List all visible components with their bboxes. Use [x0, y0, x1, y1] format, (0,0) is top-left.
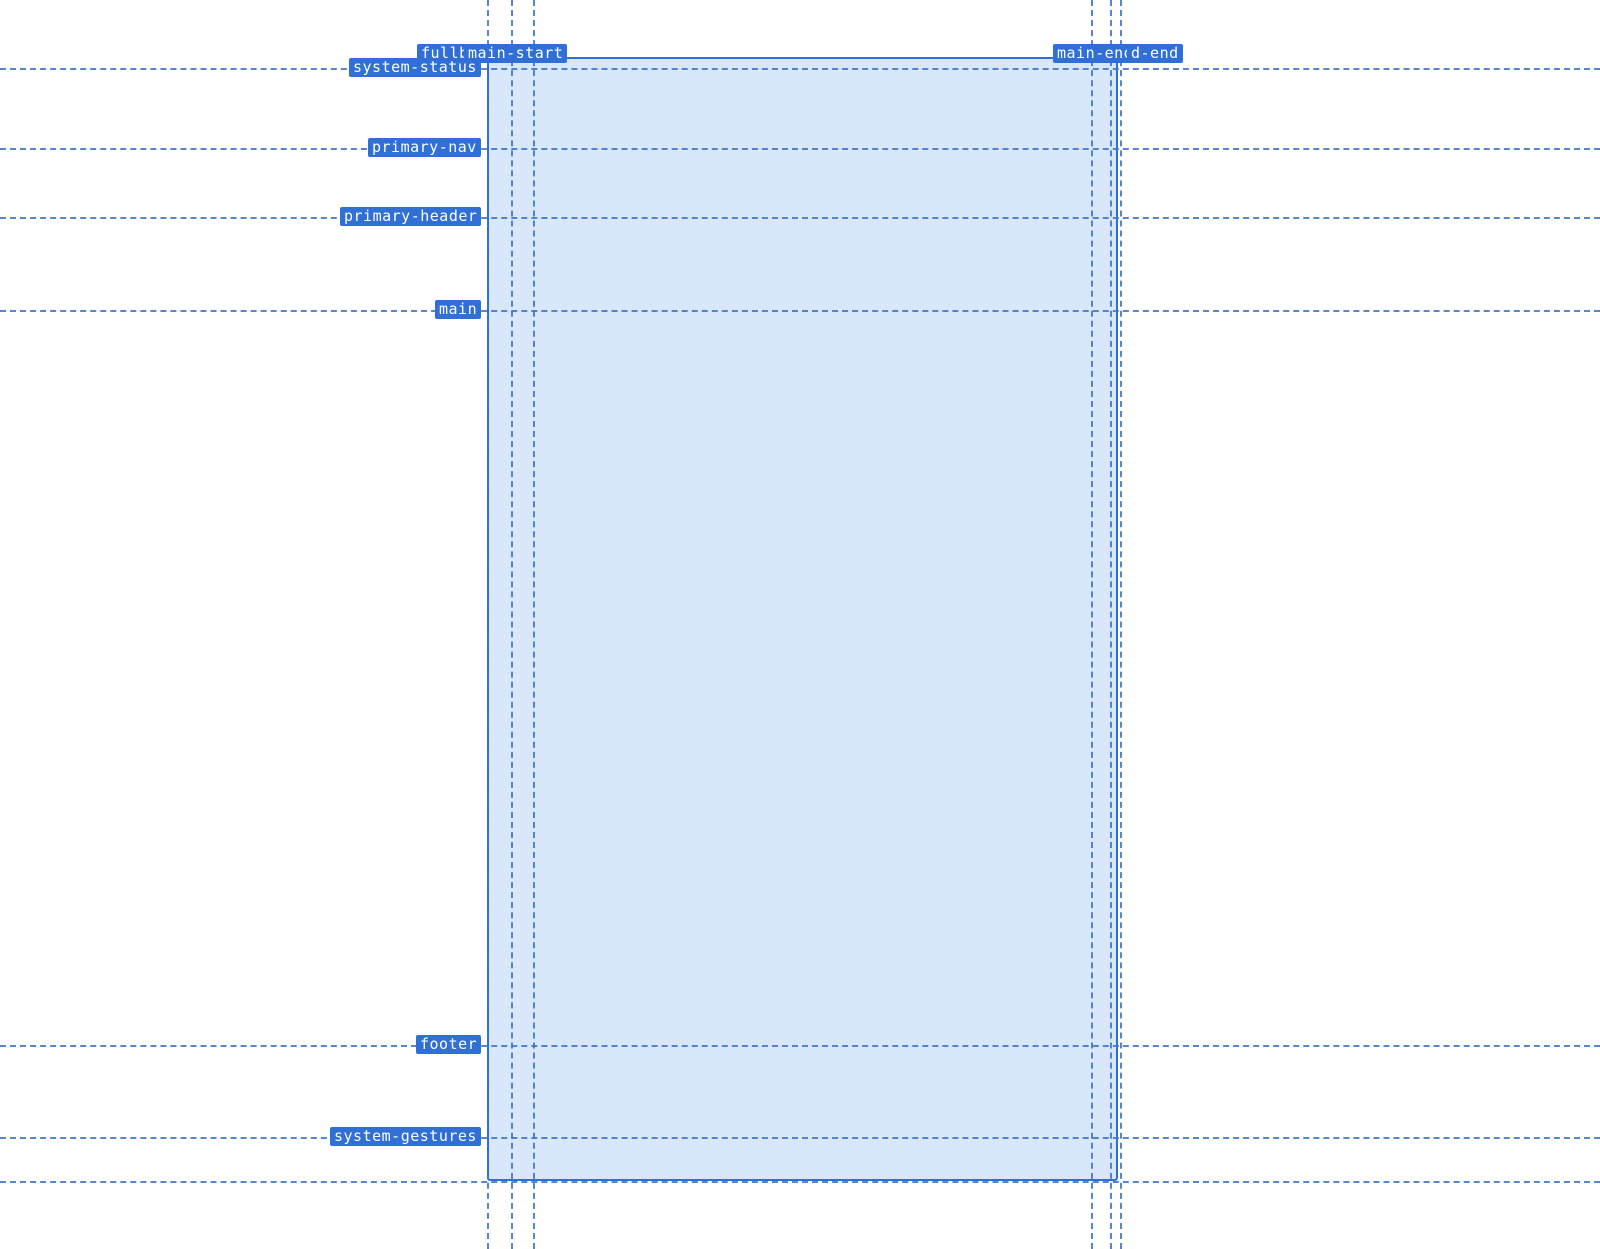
row-line-system-gestures [0, 1137, 1600, 1139]
row-line-primary-nav [0, 148, 1600, 150]
row-label-system-gestures: system-gestures [330, 1127, 481, 1146]
column-label-fullbleed-end-inner: d-end [1127, 44, 1183, 63]
column-line-fullbleed-start [487, 0, 489, 1249]
row-label-primary-header: primary-header [340, 207, 481, 226]
row-line-main [0, 310, 1600, 312]
row-label-footer: footer [416, 1035, 481, 1054]
layout-grid-diagram: fullbmain-startmain-endd-endsystem-statu… [0, 0, 1600, 1249]
row-line-primary-header [0, 217, 1600, 219]
row-label-main: main [435, 300, 481, 319]
row-line-bottom-edge [0, 1181, 1600, 1183]
row-line-footer [0, 1045, 1600, 1047]
row-label-primary-nav: primary-nav [368, 138, 481, 157]
column-line-fullbleed-start-inner [511, 0, 513, 1249]
column-line-main-end [1091, 0, 1093, 1249]
column-line-fullbleed-end [1120, 0, 1122, 1249]
column-line-main-start [533, 0, 535, 1249]
row-line-system-status [0, 68, 1600, 70]
device-frame [487, 57, 1118, 1181]
row-label-system-status: system-status [349, 58, 481, 77]
column-label-main-end: main-end [1053, 44, 1137, 63]
column-line-fullbleed-end-inner [1110, 0, 1112, 1249]
